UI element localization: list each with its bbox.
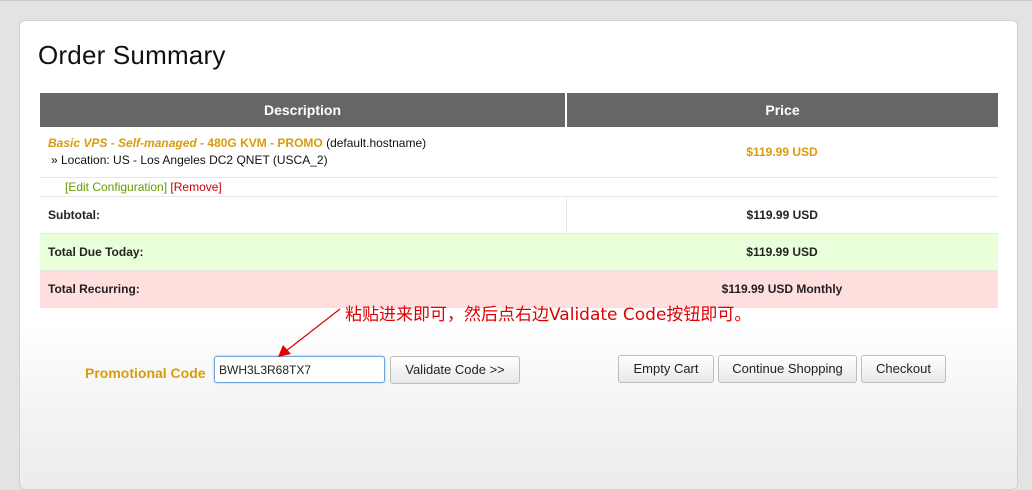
item-description: Basic VPS - Self-managed - 480G KVM - PR… (40, 127, 566, 178)
total-due-today-value: $119.99 USD (566, 233, 998, 271)
item-actions-row: [Edit Configuration] [Remove] (40, 177, 998, 197)
product-location: » Location: US - Los Angeles DC2 QNET (U… (51, 153, 328, 167)
empty-cart-button[interactable]: Empty Cart (618, 355, 714, 383)
checkout-button[interactable]: Checkout (861, 355, 946, 383)
product-hostname: (default.hostname) (322, 136, 427, 150)
description-header: Description (40, 93, 567, 127)
annotation-arrow-icon (278, 308, 341, 357)
order-table: Description Price Basic VPS - Self-manag… (40, 93, 998, 308)
table-header-row: Description Price (40, 93, 998, 127)
continue-shopping-button[interactable]: Continue Shopping (718, 355, 857, 383)
edit-configuration-link[interactable]: [Edit Configuration] (65, 180, 167, 194)
annotation-text: 粘贴进来即可，然后点右边Validate Code按钮即可。 (345, 305, 752, 325)
promo-code-label: Promotional Code (85, 365, 206, 381)
table-row: Basic VPS - Self-managed - 480G KVM - PR… (40, 127, 998, 178)
price-header: Price (566, 93, 998, 127)
subtotal-label: Subtotal: (40, 196, 567, 234)
item-price: $119.99 USD (566, 127, 998, 178)
page-title: Order Summary (38, 40, 226, 70)
item-actions: [Edit Configuration] [Remove] (40, 177, 998, 197)
window-top-border (0, 0, 1032, 1)
product-separator: - (196, 136, 208, 150)
product-promo: 480G KVM - PROMO (207, 136, 323, 150)
remove-link[interactable]: [Remove] (170, 180, 221, 194)
subtotal-row: Subtotal: $119.99 USD (40, 196, 998, 234)
validate-code-button[interactable]: Validate Code >> (390, 356, 520, 384)
product-name: Basic VPS - Self-managed (48, 136, 197, 150)
total-due-today-label: Total Due Today: (40, 233, 566, 271)
total-due-today-row: Total Due Today: $119.99 USD (40, 233, 998, 271)
subtotal-value: $119.99 USD (566, 196, 998, 234)
